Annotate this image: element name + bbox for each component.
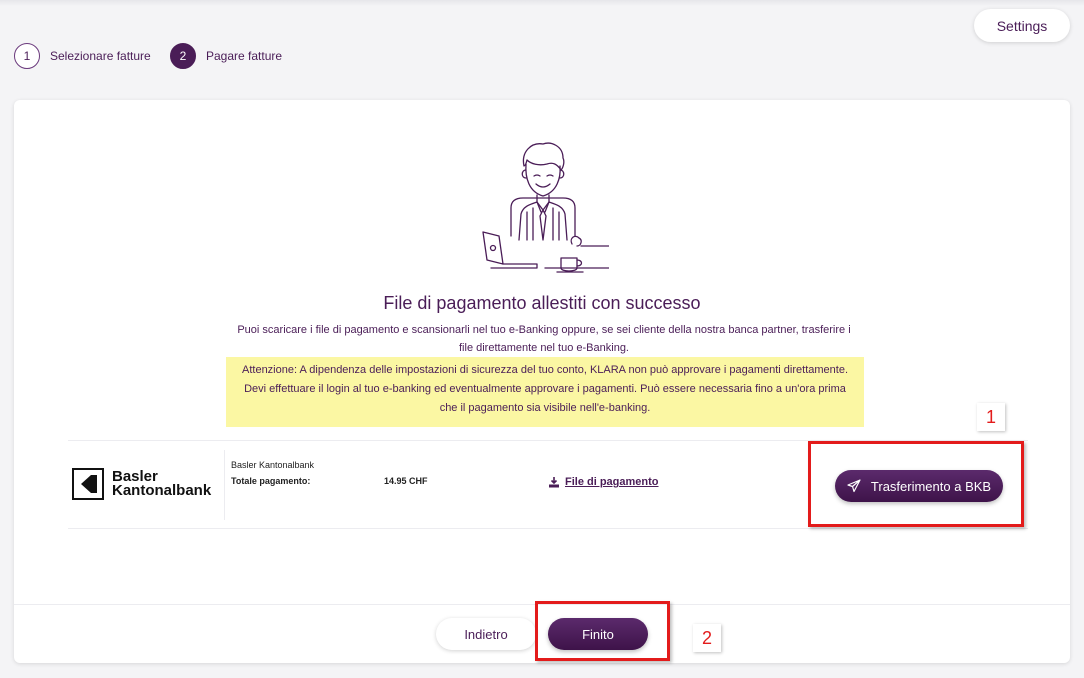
description-line: file direttamente nel tuo e-Banking. xyxy=(459,342,629,354)
description: Puoi scaricare i file di pagamento e sca… xyxy=(219,321,869,357)
row-divider xyxy=(68,528,1028,529)
total-label: Totale pagamento: xyxy=(231,476,311,486)
download-icon xyxy=(549,477,559,488)
main-card: File di pagamento allestiti con successo… xyxy=(14,100,1070,663)
payment-file-label: File di pagamento xyxy=(565,476,659,488)
page-title: File di pagamento allestiti con successo xyxy=(383,293,701,313)
annotation-marker-1: 1 xyxy=(977,403,1005,431)
description-line: Puoi scaricare i file di pagamento e sca… xyxy=(237,324,851,336)
bank-logo-text: Basler Kantonalbank xyxy=(112,468,212,499)
step-pay-invoices[interactable]: 2 Pagare fatture xyxy=(170,43,282,69)
column-divider xyxy=(224,450,225,520)
step-label: Pagare fatture xyxy=(206,49,283,63)
settings-button[interactable]: Settings xyxy=(974,9,1070,42)
step-label: Selezionare fatture xyxy=(50,49,151,63)
highlight-box-transfer xyxy=(808,441,1024,527)
warning-line: Devi effettuare il login al tuo e-bankin… xyxy=(244,383,846,395)
payment-file-link[interactable]: File di pagamento xyxy=(548,476,659,488)
bank-name: Basler Kantonalbank xyxy=(231,460,315,470)
warning-line: che il pagamento sia visibile nell'e-ban… xyxy=(439,402,651,414)
step-number: 2 xyxy=(170,43,196,69)
warning-line: Attenzione: A dipendenza delle impostazi… xyxy=(242,364,848,376)
step-number: 1 xyxy=(14,43,40,69)
back-button[interactable]: Indietro xyxy=(436,618,536,650)
total-value: 14.95 CHF xyxy=(384,476,428,486)
bkb-logo-icon xyxy=(72,468,104,500)
top-bar xyxy=(0,0,1084,6)
person-at-laptop-illustration xyxy=(482,142,609,273)
bank-logo: Basler Kantonalbank xyxy=(72,468,211,500)
warning-box: Attenzione: A dipendenza delle impostazi… xyxy=(226,357,864,427)
step-select-invoices[interactable]: 1 Selezionare fatture xyxy=(14,43,151,69)
highlight-box-finish xyxy=(535,601,670,661)
annotation-marker-2: 2 xyxy=(693,624,721,652)
